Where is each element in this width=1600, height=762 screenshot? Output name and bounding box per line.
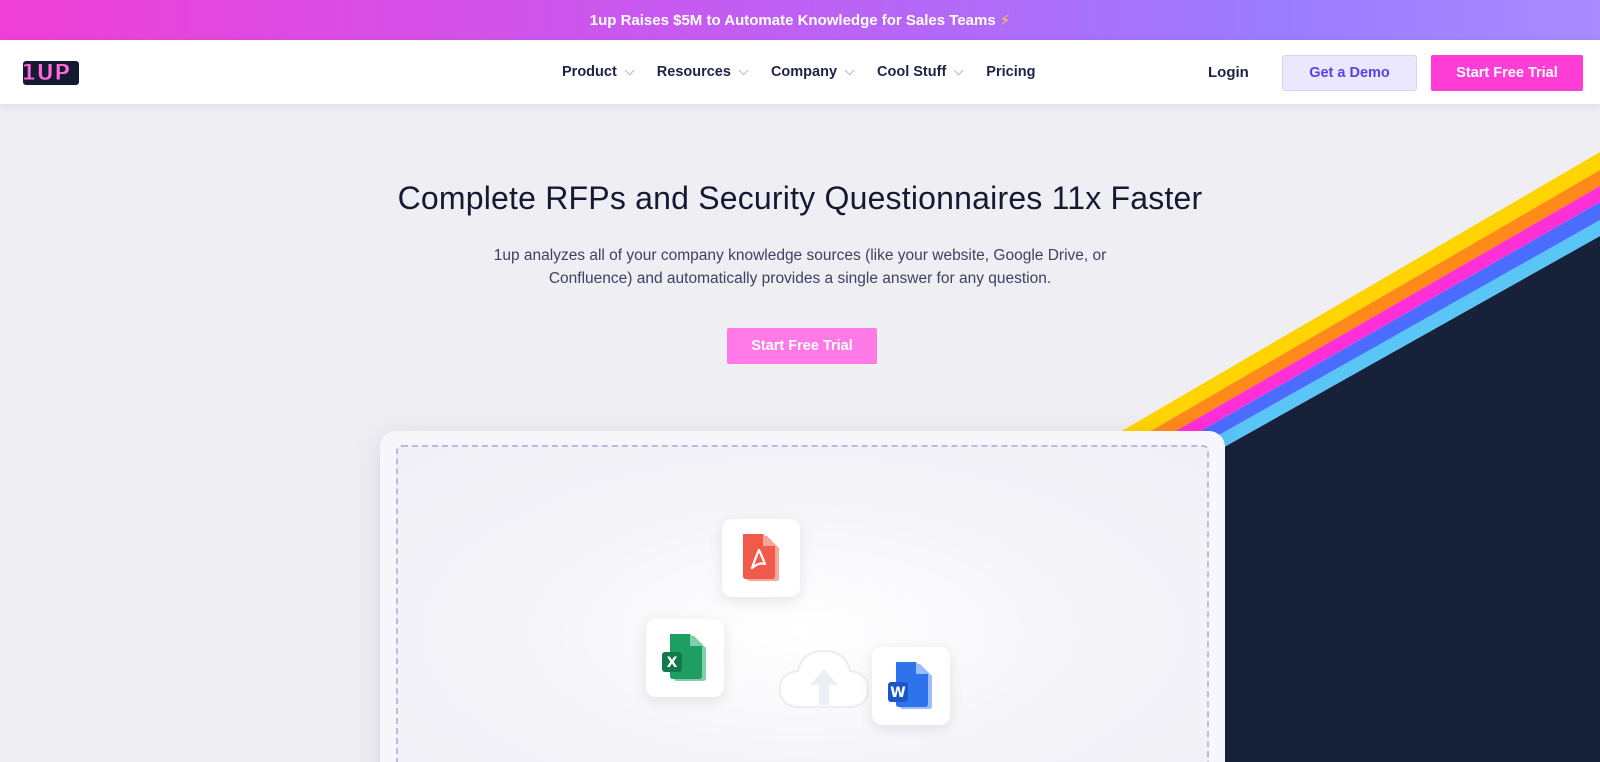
hero-start-free-trial-button[interactable]: Start Free Trial [727,328,877,364]
1up-logo[interactable]: 1UP [19,56,81,88]
start-free-trial-button[interactable]: Start Free Trial [1431,55,1583,91]
pdf-file-icon [743,534,779,581]
upload-card: X W [380,431,1225,762]
menu-item-label: Company [770,64,838,80]
excel-badge-letter: X [667,655,678,671]
login-link[interactable]: Login [1208,64,1249,81]
pdf-file-tile [722,519,800,597]
get-demo-button[interactable]: Get a Demo [1282,55,1417,91]
chevron-down-icon [624,64,635,75]
file-dropzone[interactable]: X W [396,445,1209,762]
menu-item-label: Product [562,64,617,80]
logo-text: 1UP [21,61,70,86]
chevron-down-icon [953,64,964,75]
menu-item-resources[interactable]: Resources [656,64,749,80]
menu-item-pricing[interactable]: Pricing [986,64,1035,80]
word-file-icon: W [888,662,932,709]
hero-subtitle-line: Confluence) and automatically provides a… [548,270,1052,287]
menu-item-company[interactable]: Company [770,64,855,80]
chevron-down-icon [844,64,855,75]
word-file-tile: W [872,647,950,725]
word-badge-letter: W [890,685,905,701]
cloud-upload-icon [778,649,870,708]
hero-title: Complete RFPs and Security Questionnaire… [397,180,1203,216]
excel-file-tile: X [646,619,724,697]
excel-file-icon: X [662,634,706,681]
hero-subtitle-line: 1up analyzes all of your company knowled… [493,247,1107,264]
menu-item-label: Pricing [986,64,1036,80]
menu-item-label: Resources [656,64,731,80]
menu-item-product[interactable]: Product [562,64,635,80]
menu-item-cool-stuff[interactable]: Cool Stuff [877,64,964,80]
main-menu: Product Resources Company Cool Stuff Pri… [562,40,1061,104]
menu-item-label: Cool Stuff [877,64,947,80]
chevron-down-icon [738,64,749,75]
top-navigation: 1UP Product Resources Company Cool Stuff… [0,40,1600,104]
hero-subtitle: 1up analyzes all of your company knowled… [460,244,1140,290]
